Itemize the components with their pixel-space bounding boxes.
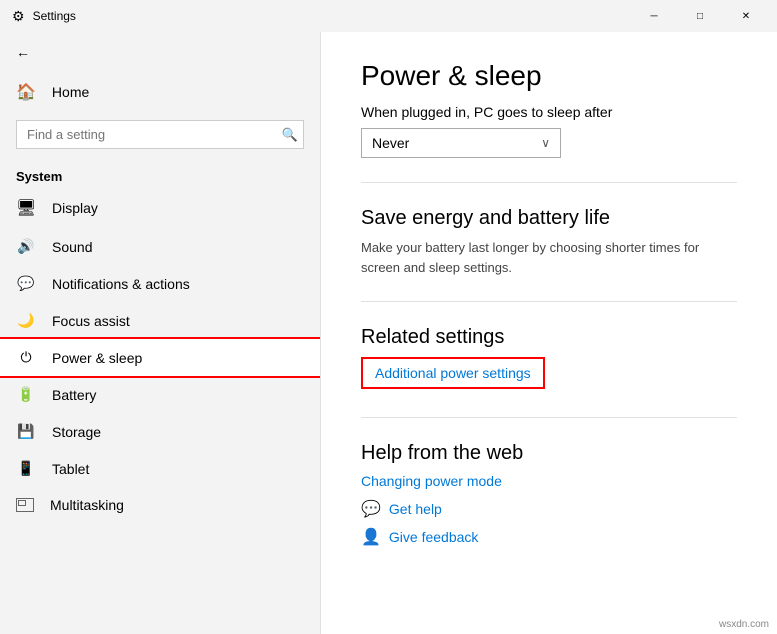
sleep-dropdown-value: Never bbox=[372, 135, 409, 151]
home-label: Home bbox=[52, 84, 89, 100]
storage-label: Storage bbox=[52, 424, 101, 440]
search-icon[interactable]: 🔍 bbox=[282, 127, 298, 143]
sidebar-item-focus[interactable]: 🌙 Focus assist bbox=[0, 302, 320, 339]
chevron-down-icon: ∨ bbox=[541, 136, 550, 150]
multitasking-icon bbox=[16, 498, 34, 512]
divider-3 bbox=[361, 417, 737, 418]
sidebar-item-power[interactable]: ⏻ Power & sleep bbox=[0, 339, 320, 376]
power-label: Power & sleep bbox=[52, 350, 142, 366]
display-label: Display bbox=[52, 200, 98, 216]
tablet-label: Tablet bbox=[52, 461, 89, 477]
home-icon: 🏠 bbox=[16, 82, 36, 102]
divider-1 bbox=[361, 182, 737, 183]
help-title: Help from the web bbox=[361, 442, 737, 465]
search-box: 🔍 bbox=[16, 120, 304, 149]
page-title: Power & sleep bbox=[361, 60, 737, 92]
title-bar-title: Settings bbox=[33, 9, 76, 23]
sleep-dropdown[interactable]: Never ∨ bbox=[361, 128, 561, 158]
display-icon: 🖥 bbox=[16, 198, 36, 218]
back-icon: ← bbox=[16, 44, 30, 60]
changing-power-mode-link[interactable]: Changing power mode bbox=[361, 473, 737, 489]
main-panel: Power & sleep When plugged in, PC goes t… bbox=[320, 32, 777, 634]
back-button[interactable]: ← bbox=[0, 32, 320, 72]
system-section-label: System bbox=[0, 157, 320, 188]
notifications-icon: 💬 bbox=[16, 275, 36, 292]
save-energy-desc: Make your battery last longer by choosin… bbox=[361, 238, 737, 277]
sidebar-item-notifications[interactable]: 💬 Notifications & actions bbox=[0, 265, 320, 302]
sound-label: Sound bbox=[52, 239, 92, 255]
multitasking-label: Multitasking bbox=[50, 497, 124, 513]
power-icon: ⏻ bbox=[16, 349, 36, 366]
get-help-row[interactable]: 💬 Get help bbox=[361, 499, 737, 519]
divider-2 bbox=[361, 301, 737, 302]
app-container: ← 🏠 Home 🔍 System 🖥 Display 🔊 Sound 💬 No… bbox=[0, 32, 777, 634]
title-bar-controls: ─ □ ✕ bbox=[631, 0, 769, 32]
sidebar: ← 🏠 Home 🔍 System 🖥 Display 🔊 Sound 💬 No… bbox=[0, 32, 320, 634]
tablet-icon: 📱 bbox=[16, 460, 36, 477]
give-feedback-row[interactable]: 👤 Give feedback bbox=[361, 527, 737, 547]
title-bar-left: ⚙ Settings bbox=[12, 8, 76, 25]
get-help-link[interactable]: Get help bbox=[389, 501, 442, 517]
sidebar-item-sound[interactable]: 🔊 Sound bbox=[0, 228, 320, 265]
sidebar-item-multitasking[interactable]: Multitasking bbox=[0, 487, 320, 523]
notifications-label: Notifications & actions bbox=[52, 276, 190, 292]
sidebar-item-home[interactable]: 🏠 Home bbox=[0, 72, 320, 112]
give-feedback-link[interactable]: Give feedback bbox=[389, 529, 479, 545]
minimize-button[interactable]: ─ bbox=[631, 0, 677, 32]
battery-icon: 🔋 bbox=[16, 386, 36, 403]
storage-icon: 💾 bbox=[16, 423, 36, 440]
sidebar-item-battery[interactable]: 🔋 Battery bbox=[0, 376, 320, 413]
title-bar: ⚙ Settings ─ □ ✕ bbox=[0, 0, 777, 32]
get-help-icon: 💬 bbox=[361, 499, 381, 519]
sidebar-item-storage[interactable]: 💾 Storage bbox=[0, 413, 320, 450]
related-settings-title: Related settings bbox=[361, 326, 737, 349]
additional-power-link-box: Additional power settings bbox=[361, 357, 545, 389]
sidebar-item-display[interactable]: 🖥 Display bbox=[0, 188, 320, 228]
sidebar-item-tablet[interactable]: 📱 Tablet bbox=[0, 450, 320, 487]
battery-label: Battery bbox=[52, 387, 96, 403]
settings-window-icon: ⚙ bbox=[12, 8, 25, 25]
additional-power-link[interactable]: Additional power settings bbox=[371, 363, 535, 383]
save-energy-title: Save energy and battery life bbox=[361, 207, 737, 230]
search-input[interactable] bbox=[16, 120, 304, 149]
plugged-label: When plugged in, PC goes to sleep after bbox=[361, 104, 737, 120]
close-button[interactable]: ✕ bbox=[723, 0, 769, 32]
sound-icon: 🔊 bbox=[16, 238, 36, 255]
maximize-button[interactable]: □ bbox=[677, 0, 723, 32]
focus-icon: 🌙 bbox=[16, 312, 36, 329]
focus-label: Focus assist bbox=[52, 313, 130, 329]
give-feedback-icon: 👤 bbox=[361, 527, 381, 547]
